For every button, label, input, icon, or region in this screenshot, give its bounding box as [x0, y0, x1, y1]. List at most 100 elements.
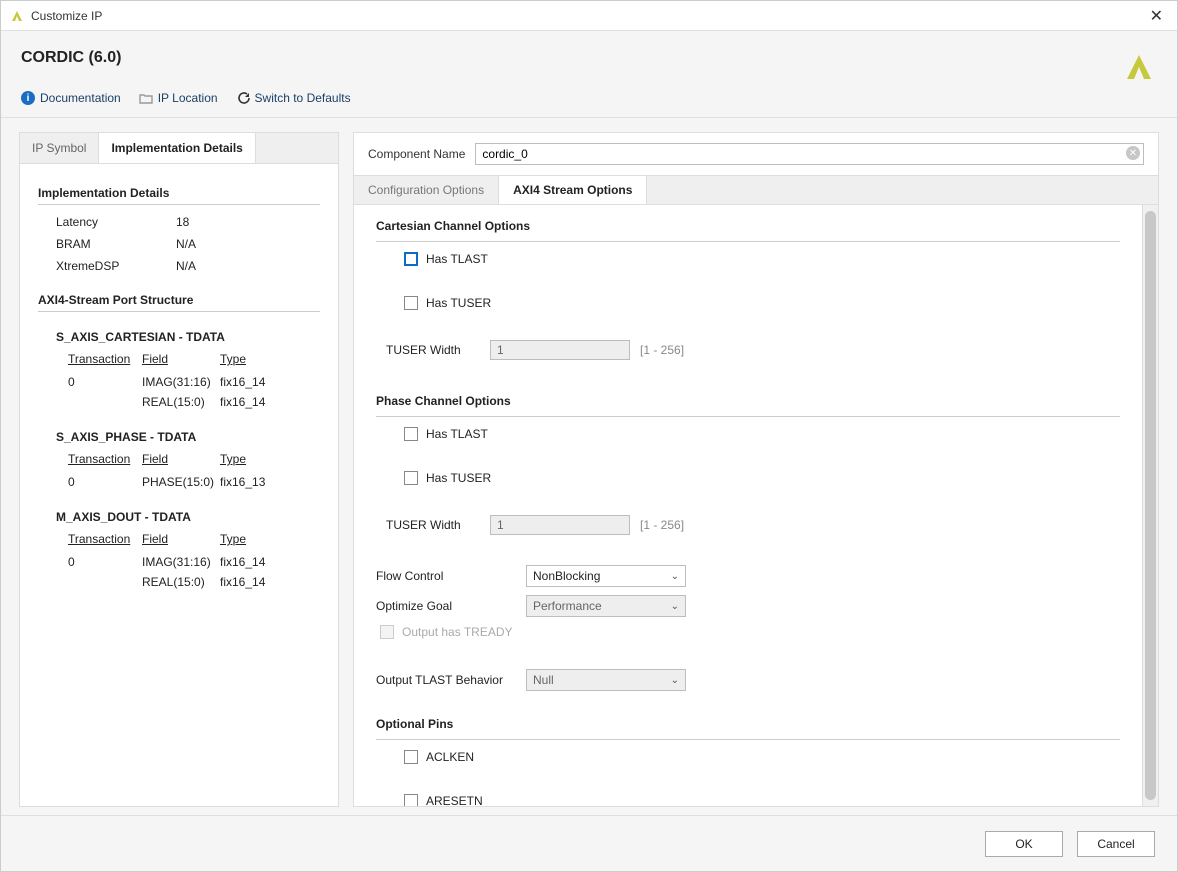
cartesian-tuser-width-label: TUSER Width: [386, 343, 490, 357]
close-icon[interactable]: ✕: [1144, 4, 1169, 28]
folder-icon: [139, 91, 153, 105]
phase-has-tuser-checkbox[interactable]: [404, 471, 418, 485]
phase-table: Transaction Field Type 0 PHASE(15:0) fix…: [68, 452, 320, 492]
phase-tuser-width-row: TUSER Width [1 - 256]: [386, 515, 1120, 535]
chevron-down-icon: ⌄: [671, 675, 679, 686]
dout-table: Transaction Field Type 0 IMAG(31:16) fix…: [68, 532, 320, 592]
table-header: Transaction Field Type: [68, 452, 320, 466]
divider: [376, 241, 1120, 242]
documentation-link[interactable]: i Documentation: [21, 91, 121, 105]
aresetn-checkbox[interactable]: [404, 794, 418, 806]
output-tlast-value: Null: [533, 673, 554, 687]
divider: [376, 416, 1120, 417]
table-header: Transaction Field Type: [68, 532, 320, 546]
phase-has-tuser-row: Has TUSER: [404, 471, 1120, 485]
aclken-row: ACLKEN: [404, 750, 1120, 764]
optimize-goal-label: Optimize Goal: [376, 599, 526, 613]
cartesian-has-tlast-checkbox[interactable]: [404, 252, 418, 266]
scrollbar-thumb[interactable]: [1145, 211, 1156, 800]
col-type: Type: [220, 352, 246, 366]
title-bar: Customize IP ✕: [1, 1, 1177, 31]
xtremedsp-label: XtremeDSP: [56, 259, 176, 273]
table-header: Transaction Field Type: [68, 352, 320, 366]
clear-input-icon[interactable]: ✕: [1126, 146, 1140, 160]
flow-control-value: NonBlocking: [533, 569, 600, 583]
header-toolbar: i Documentation IP Location Switch to De…: [21, 91, 1157, 105]
cancel-button[interactable]: Cancel: [1077, 831, 1155, 857]
component-name-input[interactable]: [475, 143, 1144, 165]
cartesian-table: Transaction Field Type 0 IMAG(31:16) fix…: [68, 352, 320, 412]
switch-defaults-label: Switch to Defaults: [255, 91, 351, 105]
phase-tdata-title: S_AXIS_PHASE - TDATA: [56, 430, 320, 444]
left-tabs: IP Symbol Implementation Details: [20, 133, 338, 164]
output-tready-row: Output has TREADY: [380, 625, 1120, 639]
dout-tdata-title: M_AXIS_DOUT - TDATA: [56, 510, 320, 524]
implementation-details-header: Implementation Details: [38, 186, 320, 205]
app-icon: [9, 8, 25, 24]
phase-tuser-width-input: [490, 515, 630, 535]
table-row: 0 IMAG(31:16) fix16_14: [68, 372, 320, 392]
latency-value: 18: [176, 215, 189, 229]
col-transaction: Transaction: [68, 352, 142, 366]
right-tabs: Configuration Options AXI4 Stream Option…: [354, 175, 1158, 205]
tab-implementation-details[interactable]: Implementation Details: [99, 133, 255, 163]
output-tlast-behavior-row: Output TLAST Behavior Null ⌄: [376, 669, 1120, 691]
cartesian-has-tuser-row: Has TUSER: [404, 296, 1120, 310]
flow-control-label: Flow Control: [376, 569, 526, 583]
phase-has-tlast-label: Has TLAST: [426, 427, 488, 441]
flow-control-row: Flow Control NonBlocking ⌄: [376, 565, 1120, 587]
ok-button[interactable]: OK: [985, 831, 1063, 857]
table-row: 0 IMAG(31:16) fix16_14: [68, 552, 320, 572]
flow-control-select[interactable]: NonBlocking ⌄: [526, 565, 686, 587]
right-panel: Component Name ✕ Configuration Options A…: [353, 132, 1159, 807]
refresh-icon: [236, 91, 250, 105]
implementation-table: Latency 18 BRAM N/A XtremeDSP N/A: [56, 211, 320, 277]
aresetn-label: ARESETN: [426, 794, 483, 806]
component-name-label: Component Name: [368, 147, 465, 161]
info-icon: i: [21, 91, 35, 105]
vertical-scrollbar[interactable]: [1142, 205, 1158, 806]
cartesian-has-tuser-checkbox[interactable]: [404, 296, 418, 310]
aclken-checkbox[interactable]: [404, 750, 418, 764]
cartesian-tuser-width-range: [1 - 256]: [640, 343, 684, 357]
col-field: Field: [142, 352, 220, 366]
optimize-goal-row: Optimize Goal Performance ⌄: [376, 595, 1120, 617]
divider: [376, 739, 1120, 740]
output-tlast-label: Output TLAST Behavior: [376, 673, 526, 687]
body-area: IP Symbol Implementation Details Impleme…: [1, 118, 1177, 815]
phase-has-tlast-checkbox[interactable]: [404, 427, 418, 441]
table-row: 0 PHASE(15:0) fix16_13: [68, 472, 320, 492]
impl-row-xtremedsp: XtremeDSP N/A: [56, 255, 320, 277]
phase-has-tlast-row: Has TLAST: [404, 427, 1120, 441]
impl-row-latency: Latency 18: [56, 211, 320, 233]
vendor-logo-icon: [1121, 49, 1157, 85]
ip-location-link[interactable]: IP Location: [139, 91, 218, 105]
product-title: CORDIC (6.0): [21, 49, 1157, 67]
latency-label: Latency: [56, 215, 176, 229]
left-panel: IP Symbol Implementation Details Impleme…: [19, 132, 339, 807]
cartesian-has-tuser-label: Has TUSER: [426, 296, 491, 310]
aclken-label: ACLKEN: [426, 750, 474, 764]
bram-value: N/A: [176, 237, 196, 251]
switch-defaults-link[interactable]: Switch to Defaults: [236, 91, 351, 105]
output-tlast-select: Null ⌄: [526, 669, 686, 691]
chevron-down-icon: ⌄: [671, 601, 679, 612]
tab-ip-symbol[interactable]: IP Symbol: [20, 133, 99, 163]
header-area: CORDIC (6.0) i Documentation IP Location…: [1, 31, 1177, 118]
tab-axi4-stream-options[interactable]: AXI4 Stream Options: [499, 176, 647, 204]
cartesian-has-tlast-label: Has TLAST: [426, 252, 488, 266]
left-content: Implementation Details Latency 18 BRAM N…: [20, 164, 338, 806]
documentation-label: Documentation: [40, 91, 121, 105]
optional-pins-title: Optional Pins: [376, 717, 1120, 731]
output-tready-checkbox: [380, 625, 394, 639]
cartesian-options-title: Cartesian Channel Options: [376, 219, 1120, 233]
ip-location-label: IP Location: [158, 91, 218, 105]
bram-label: BRAM: [56, 237, 176, 251]
impl-row-bram: BRAM N/A: [56, 233, 320, 255]
window-title: Customize IP: [31, 9, 1144, 23]
phase-options-title: Phase Channel Options: [376, 394, 1120, 408]
tab-configuration-options[interactable]: Configuration Options: [354, 176, 499, 204]
footer: OK Cancel: [1, 815, 1177, 871]
aresetn-row: ARESETN: [404, 794, 1120, 806]
chevron-down-icon: ⌄: [671, 571, 679, 582]
